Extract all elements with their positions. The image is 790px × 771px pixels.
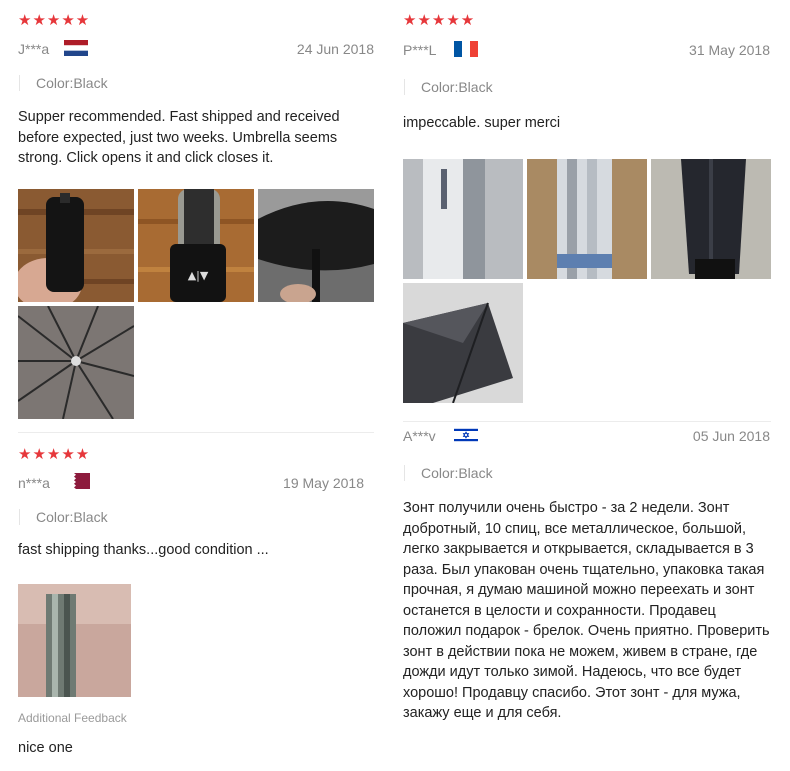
rating-stars: ★★★★★	[18, 12, 91, 29]
reviewer-name: A***v	[403, 428, 436, 444]
review-photo-umbrella-handle[interactable]: ▲|▼	[138, 189, 254, 302]
netherlands-flag-icon	[64, 40, 88, 56]
review-date: 31 May 2018	[689, 42, 770, 58]
rating-stars: ★★★★★	[403, 12, 476, 29]
france-flag-icon	[454, 41, 478, 57]
color-variant: Color:Black	[19, 509, 108, 525]
israel-flag-icon	[454, 427, 478, 443]
rating-stars: ★★★★★	[18, 446, 91, 463]
review-photo-umbrella-canopy[interactable]	[403, 283, 523, 403]
color-variant: Color:Black	[19, 75, 108, 91]
review-text: impeccable. super merci	[403, 115, 561, 131]
color-variant: Color:Black	[404, 465, 493, 481]
review-photo-wrapped-umbrella[interactable]	[403, 159, 523, 279]
review-date: 24 Jun 2018	[296, 41, 374, 57]
review-date: 19 May 2018	[283, 475, 364, 491]
svg-text:▲|▼: ▲|▼	[188, 269, 209, 282]
reviewer-name: P***L	[403, 42, 437, 58]
additional-feedback-label: Additional Feedback	[18, 711, 127, 725]
qatar-flag-icon	[66, 473, 90, 489]
review-photo-umbrella-in-hand[interactable]	[18, 189, 134, 302]
review-date: 05 Jun 2018	[692, 428, 770, 444]
color-variant: Color:Black	[404, 79, 493, 95]
review-photo-packaged-umbrella[interactable]	[18, 584, 131, 697]
reviewer-name: J***a	[18, 41, 50, 57]
reviewer-name: n***a	[18, 475, 50, 491]
review-text: Зонт получили очень быстро - за 2 недели…	[403, 500, 770, 721]
review-photo-folded-umbrella[interactable]	[651, 159, 771, 279]
additional-feedback-text: nice one	[18, 740, 73, 756]
review-divider	[403, 421, 771, 422]
review-photo-umbrella-case[interactable]	[527, 159, 647, 279]
review-photo-umbrella-ribs[interactable]	[18, 306, 134, 419]
review-photo-open-umbrella[interactable]	[258, 189, 374, 302]
review-text: fast shipping thanks...good condition ..…	[18, 542, 269, 558]
review-divider	[18, 432, 374, 433]
review-text: Supper recommended. Fast shipped and rec…	[18, 109, 340, 166]
